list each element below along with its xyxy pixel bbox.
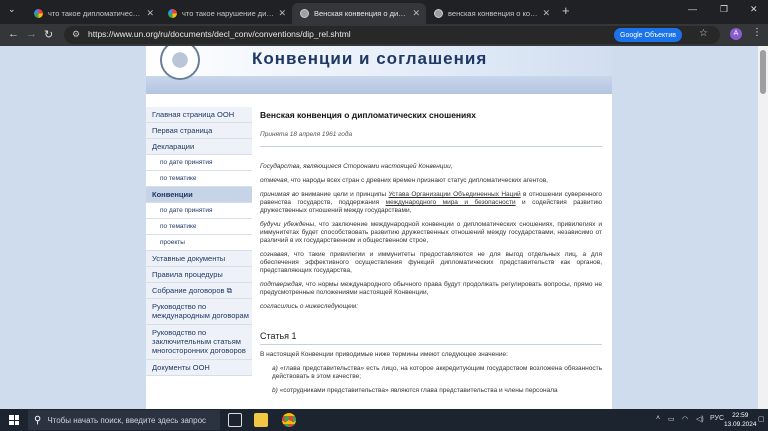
tab-vienna-diplomatic[interactable]: Венская конвенция о диплом. ✕ (292, 3, 426, 24)
site-info-icon[interactable]: ⚙ (72, 29, 80, 40)
browser-toolbar: ← → ↻ ⚙ https://www.un.org/ru/documents/… (0, 24, 768, 46)
sidebar-item-rules-of-procedure[interactable]: Правила процедуры (146, 267, 252, 283)
profile-avatar[interactable]: A (730, 28, 742, 40)
sidebar-nav: Главная страница ООН Первая страница Дек… (146, 107, 252, 376)
preamble-para-4: сознавая, что такие привилегии и иммунит… (260, 251, 602, 274)
sidebar-item-drafts[interactable]: проекты (146, 235, 252, 251)
task-view-icon[interactable] (228, 413, 242, 427)
google-favicon-icon (34, 9, 43, 18)
sidebar-item-declarations-by-date[interactable]: по дате принятия (146, 155, 252, 171)
sidebar-item-treaty-handbook[interactable]: Руководство по международным договорам (146, 299, 252, 325)
google-lens-button[interactable]: Google Объектив (614, 28, 682, 42)
sidebar-item-declarations[interactable]: Декларации (146, 139, 252, 155)
preamble-agreement: согласились о нижеследующем: (260, 303, 358, 310)
close-window-button[interactable]: ✕ (750, 4, 758, 15)
close-tab-icon[interactable]: ✕ (412, 8, 420, 19)
forward-arrow-icon[interactable]: → (26, 28, 37, 40)
preamble-para-2: принимая во внимание цели и принципы Уст… (260, 191, 602, 214)
un-charter-link[interactable]: Устава Организации Объединенных Наций (388, 191, 520, 198)
preamble-para-5: подтверждая, что нормы международного об… (260, 281, 602, 296)
close-tab-icon[interactable]: ✕ (542, 8, 550, 19)
windows-start-icon[interactable] (9, 415, 19, 425)
preamble-para-1: отмечая, что народы всех стран с древних… (260, 177, 548, 184)
sidebar-item-conventions-by-topic[interactable]: по тематике (146, 219, 252, 235)
volume-icon[interactable]: ◁) (696, 415, 704, 423)
tab-title: Венская конвенция о диплом. (314, 9, 409, 18)
search-placeholder: Чтобы начать поиск, введите здесь запрос (47, 415, 207, 425)
main-content: Венская конвенция о дипломатических снош… (260, 110, 602, 401)
sidebar-item-declarations-by-topic[interactable]: по тематике (146, 171, 252, 187)
url-text[interactable]: https://www.un.org/ru/documents/decl_con… (88, 29, 351, 39)
page-container: Конвенции и соглашения Главная страница … (146, 46, 612, 409)
adoption-date: Принята 18 апреля 1961 года (260, 131, 602, 147)
un-favicon-icon (300, 9, 309, 18)
windows-taskbar: ⚲ Чтобы начать поиск, введите здесь запр… (0, 409, 768, 431)
preamble-para-3: будучи убеждены, что заключение междунар… (260, 221, 602, 244)
page-viewport: Конвенции и соглашения Главная страница … (0, 46, 768, 409)
browser-menu-icon[interactable]: ⋮ (752, 27, 762, 38)
close-tab-icon[interactable]: ✕ (146, 8, 154, 19)
tab-title: венская конвенция о консул. (448, 9, 539, 18)
page-scrollbar[interactable] (758, 46, 768, 409)
search-icon: ⚲ (34, 414, 42, 426)
site-title: Конвенции и соглашения (252, 49, 488, 68)
clock-time: 22:59 (732, 412, 749, 419)
article-1-item-a: a) «глава представительства» есть лицо, … (272, 365, 602, 380)
sidebar-item-final-clauses-handbook[interactable]: Руководство по заключительным статьям мн… (146, 325, 252, 360)
article-1-item-b: b) «сотрудниками представительства» явля… (272, 387, 558, 394)
tab-google-search-1[interactable]: что такое дипломатический и ✕ (26, 3, 160, 24)
new-tab-button[interactable]: + (562, 3, 570, 18)
close-tab-icon[interactable]: ✕ (278, 8, 286, 19)
sidebar-item-treaty-collection[interactable]: Собрание договоров ⧉ (146, 283, 252, 299)
back-arrow-icon[interactable]: ← (8, 28, 19, 40)
file-explorer-icon[interactable] (254, 413, 268, 427)
system-clock[interactable]: 22:59 13.09.2024 (724, 411, 757, 429)
tab-vienna-consular[interactable]: венская конвенция о консул. ✕ (426, 3, 556, 24)
tab-google-search-2[interactable]: что такое нарушение диплом. ✕ (160, 3, 292, 24)
sidebar-item-un-documents[interactable]: Документы ООН (146, 360, 252, 376)
sidebar-item-un-home[interactable]: Главная страница ООН (146, 107, 252, 123)
peace-security-link[interactable]: международного мира и безопасности (386, 199, 516, 206)
article-1-intro: В настоящей Конвенции приводимые ниже те… (260, 351, 508, 358)
language-indicator[interactable]: РУС (710, 415, 724, 422)
tab-search-icon[interactable]: ⌄ (8, 4, 16, 15)
un-emblem-icon (160, 46, 200, 80)
document-title: Венская конвенция о дипломатических снош… (260, 110, 476, 120)
tab-title: что такое нарушение диплом. (182, 9, 275, 18)
google-favicon-icon (168, 9, 177, 18)
chrome-taskbar-icon[interactable] (282, 413, 296, 427)
sidebar-item-conventions[interactable]: Конвенции (146, 187, 252, 203)
minimize-button[interactable]: — (688, 4, 697, 14)
address-bar[interactable]: ⚙ https://www.un.org/ru/documents/decl_c… (64, 26, 720, 44)
tab-title: что такое дипломатический и (48, 9, 143, 18)
scrollbar-thumb[interactable] (760, 50, 766, 94)
sidebar-item-conventions-by-date[interactable]: по дате принятия (146, 203, 252, 219)
tray-overflow-icon[interactable]: ˄ (656, 415, 660, 422)
maximize-button[interactable]: ❐ (720, 4, 728, 15)
article-1-heading: Статья 1 (260, 331, 602, 345)
sidebar-item-first-page[interactable]: Первая страница (146, 123, 252, 139)
sidebar-item-charter-documents[interactable]: Уставные документы (146, 251, 252, 267)
clock-date: 13.09.2024 (724, 421, 757, 428)
taskbar-search-box[interactable]: ⚲ Чтобы начать поиск, введите здесь запр… (28, 410, 220, 430)
wifi-icon[interactable]: ◠ (682, 415, 688, 423)
site-header: Конвенции и соглашения (146, 46, 612, 94)
network-icon[interactable]: ▭ (668, 415, 675, 423)
tab-strip: что такое дипломатический и ✕ что такое … (0, 0, 768, 24)
un-favicon-icon (434, 9, 443, 18)
bookmark-star-icon[interactable]: ☆ (699, 28, 708, 39)
preamble-intro: Государства, являющиеся Сторонами настоя… (260, 163, 453, 170)
reload-icon[interactable]: ↻ (44, 28, 53, 41)
notifications-icon[interactable]: ▢ (758, 415, 765, 423)
header-band (146, 76, 612, 94)
